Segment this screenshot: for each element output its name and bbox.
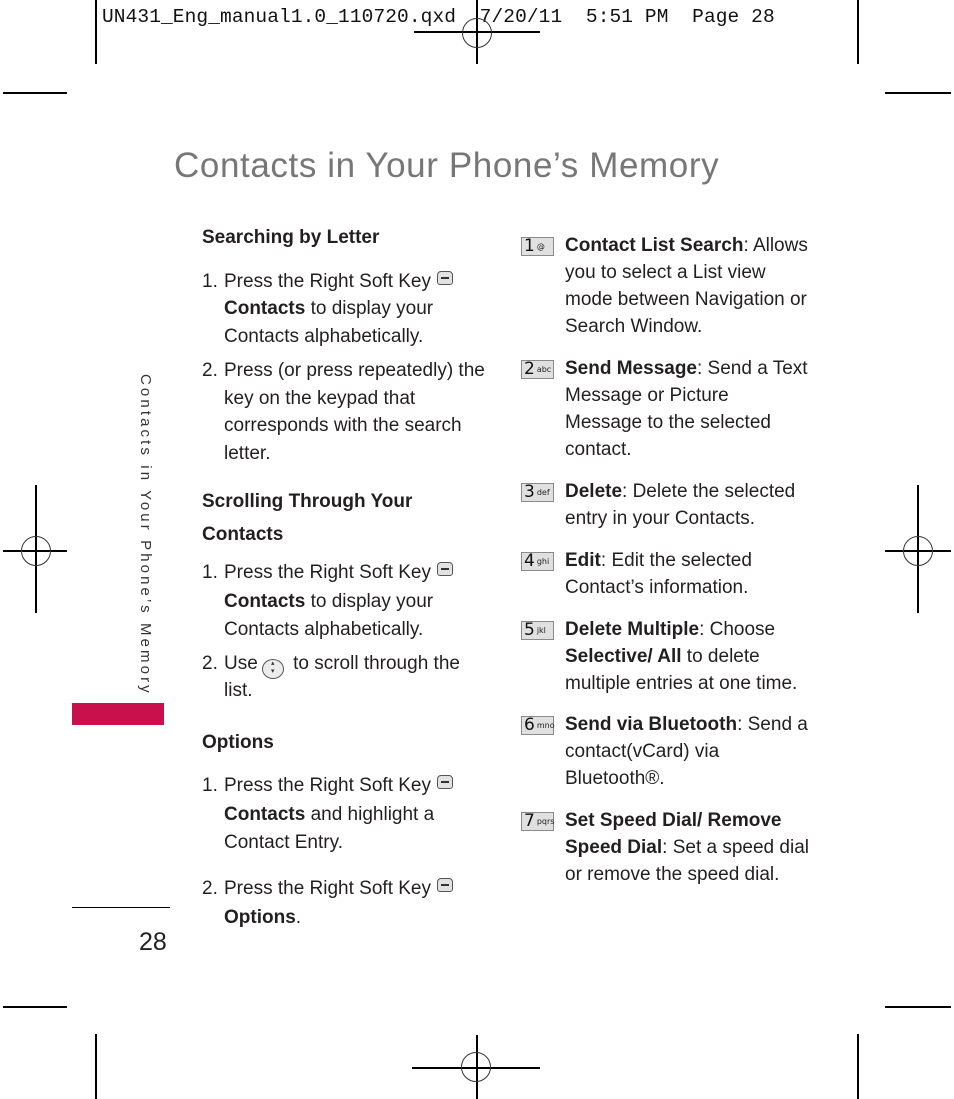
page-number-rule <box>72 907 170 909</box>
crop-mark <box>857 1034 859 1099</box>
option-send-message: 2 abc Send Message: Send a Text Message o… <box>521 355 811 463</box>
crop-mark <box>95 0 97 64</box>
right-soft-key-icon <box>437 270 453 285</box>
option-delete: 3 def Delete: Delete the selected entry i… <box>521 478 811 532</box>
step-item: 2. Press (or press repeatedly) the key o… <box>202 360 485 464</box>
key-4-icon: 4 ghi <box>521 552 554 571</box>
option-send-via-bluetooth: 6 mno Send via Bluetooth: Send a contact(… <box>521 711 811 792</box>
crop-mark <box>885 1006 951 1008</box>
right-soft-key-icon <box>437 562 453 576</box>
slug-filename: UN431_Eng_manual1.0_110720.qxd <box>102 6 457 28</box>
section-heading: Options <box>202 731 274 753</box>
right-soft-key-icon <box>437 877 453 892</box>
key-5-icon: 5 jkl <box>521 621 554 640</box>
step-item: 1. Press the Right Soft Key Contacts to … <box>202 559 492 645</box>
section-searching-by-letter: Searching by Letter 1. Press the Right S… <box>202 224 492 467</box>
crop-mark <box>3 1006 67 1008</box>
key-6-icon: 6 mno <box>521 716 555 735</box>
option-speed-dial: 7 pqrs Set Speed Dial/ Remove Speed Dial:… <box>521 807 811 888</box>
right-column: 1 @ Contact List Search: Allows you to se… <box>521 232 811 888</box>
right-soft-key-icon <box>437 775 453 789</box>
side-tab-text: Contacts in Your Phone’s Memory <box>137 374 154 696</box>
side-tab-accent <box>72 703 164 725</box>
section-options: Options 1. Press the Right Soft Key Cont… <box>202 729 492 932</box>
key-7-icon: 7 pqrs <box>521 812 554 831</box>
page-number: 28 <box>139 928 167 956</box>
page-title: Contacts in Your Phone’s Memory <box>174 146 720 185</box>
slug-date: 7/20/11 <box>479 6 563 28</box>
crop-mark <box>857 0 859 64</box>
option-delete-multiple: 5 jkl Delete Multiple: Choose Selective/ … <box>521 616 811 697</box>
left-column: Searching by Letter 1. Press the Right S… <box>202 224 492 932</box>
key-3-icon: 3 def <box>521 483 554 502</box>
step-item: 2. Use ▴ ▾ to scroll through the list. <box>202 652 460 701</box>
crop-mark <box>885 92 951 94</box>
option-edit: 4 ghi Edit: Edit the selected Contact’s i… <box>521 547 811 601</box>
crop-mark <box>3 92 67 94</box>
key-2-icon: 2 abc <box>521 360 554 379</box>
print-slug: UN431_Eng_manual1.0_110720.qxd 7/20/11 5… <box>102 6 775 28</box>
section-heading: Scrolling Through Your Contacts <box>202 491 413 545</box>
step-item: 1. Press the Right Soft Key Contacts to … <box>202 268 492 351</box>
slug-page: Page 28 <box>692 6 775 28</box>
option-contact-list-search: 1 @ Contact List Search: Allows you to se… <box>521 232 811 340</box>
key-1-icon: 1 @ <box>521 237 554 256</box>
section-heading: Searching by Letter <box>202 227 380 248</box>
step-item: 1. Press the Right Soft Key Contacts and… <box>202 772 492 858</box>
section-scrolling: Scrolling Through Your Contacts 1. Press… <box>202 485 492 703</box>
step-item: 2. Press the Right Soft Key Options. <box>202 874 492 932</box>
crop-mark <box>95 1034 97 1099</box>
slug-time: 5:51 PM <box>585 6 669 28</box>
navigation-key-icon: ▴ ▾ <box>261 658 284 679</box>
